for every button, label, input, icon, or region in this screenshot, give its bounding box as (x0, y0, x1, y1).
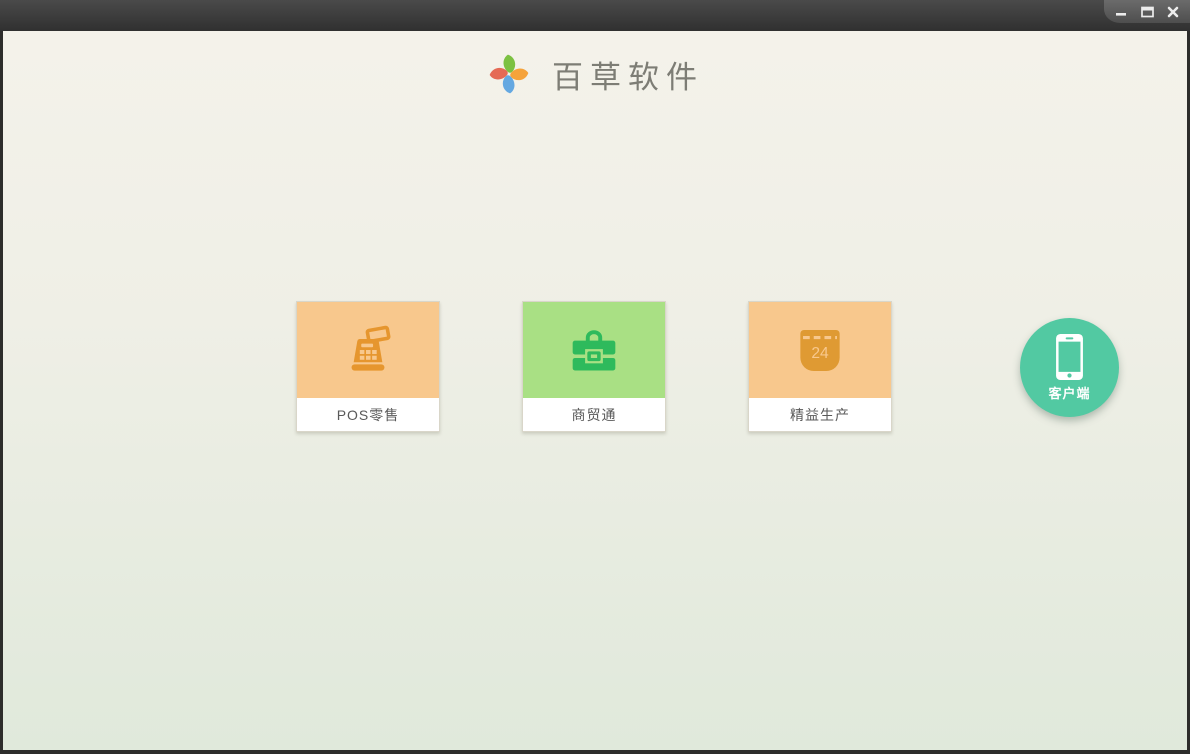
client-button-label: 客户端 (1048, 386, 1091, 401)
minimize-button[interactable] (1112, 4, 1130, 20)
close-icon (1167, 6, 1179, 17)
calendar-icon: 24 (800, 329, 840, 371)
product-tile-trade (523, 302, 665, 398)
client-app-button[interactable]: 客户端 (1020, 318, 1119, 417)
product-card-trade[interactable]: 商贸通 (522, 301, 666, 432)
cash-register-icon (351, 325, 391, 371)
window-controls (1104, 0, 1190, 23)
product-label-trade: 商贸通 (523, 398, 665, 431)
title-bar[interactable] (0, 0, 1190, 31)
maximize-button[interactable] (1138, 4, 1156, 20)
product-card-lean[interactable]: 24 精益生产 (748, 301, 892, 432)
product-tile-lean: 24 (749, 302, 891, 398)
pinwheel-logo-icon (489, 54, 529, 94)
smartphone-icon (1056, 333, 1083, 381)
minimize-icon (1116, 12, 1126, 16)
brand-title: 百草软件 (552, 59, 704, 96)
product-cards: POS零售 商贸通 24 精益生产 (296, 301, 892, 432)
briefcase-icon (572, 330, 616, 371)
main-content: 百草软件 POS零售 商贸通 24 精益生产 客户端 (3, 31, 1187, 750)
maximize-icon (1140, 6, 1154, 17)
app-window: 百草软件 POS零售 商贸通 24 精益生产 客户端 (0, 0, 1190, 754)
product-card-pos[interactable]: POS零售 (296, 301, 440, 432)
product-label-pos: POS零售 (297, 398, 439, 431)
product-label-lean: 精益生产 (749, 398, 891, 431)
calendar-day-number: 24 (811, 345, 829, 362)
product-tile-pos (297, 302, 439, 398)
close-button[interactable] (1164, 4, 1182, 20)
brand-header: 百草软件 (3, 31, 1187, 97)
